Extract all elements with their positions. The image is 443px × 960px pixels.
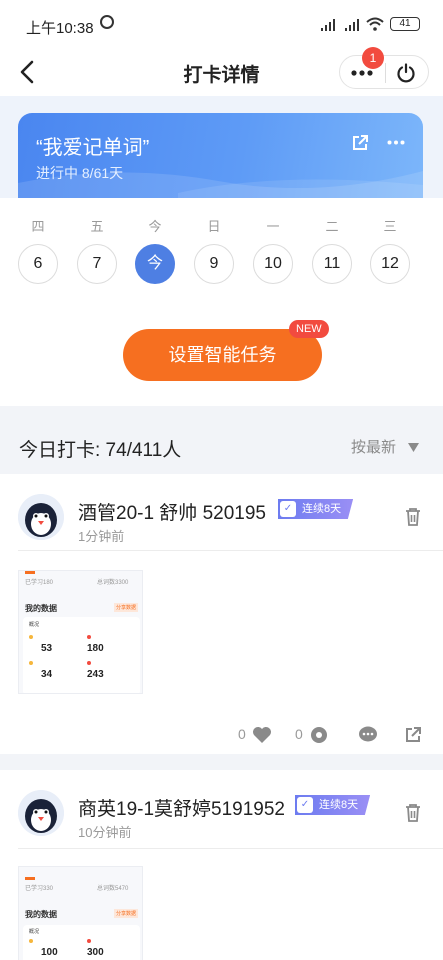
task-progress: 进行中 8/61天 xyxy=(36,165,124,181)
wifi-icon xyxy=(366,17,384,31)
weekday-label: 二 xyxy=(325,219,339,234)
thumb-accent xyxy=(25,571,35,574)
thumb-tag: 分享数据 xyxy=(114,909,139,918)
thumb-card: 概况 100 300 xyxy=(23,925,140,960)
checkin-post: 酒管20-1 舒帅 520195 连续8天 ✓ 1分钟前 已学习180 总词数3… xyxy=(0,474,443,754)
signal-icon-2 xyxy=(345,19,359,31)
thumb-dot xyxy=(87,939,91,943)
week-calendar: 四 五 今 日 一 二 三 6 7 今 9 10 11 12 设置智能任务 NE… xyxy=(0,198,443,406)
thumb-section: 概况 xyxy=(29,622,40,628)
alarm-icon xyxy=(100,15,114,29)
today-checkin-bar: 今日打卡: 74/411人 按最新 xyxy=(0,422,443,474)
thumb-accent xyxy=(25,877,35,880)
banner-more-icon[interactable] xyxy=(387,140,405,145)
power-icon[interactable] xyxy=(396,63,416,83)
task-banner[interactable]: “我爱记单词” 进行中 8/61天 xyxy=(18,113,423,199)
weekday-label: 四 xyxy=(31,219,45,234)
thumb-top-text: 已学习180 xyxy=(25,580,54,586)
thumb-top-text-2: 总词数3300 xyxy=(97,580,129,586)
calendar-day[interactable]: 11 xyxy=(312,244,352,284)
penguin-avatar-icon xyxy=(18,494,64,540)
mini-program-capsule xyxy=(339,55,429,89)
signal-icon xyxy=(321,19,335,31)
weekday-label: 五 xyxy=(90,219,104,234)
post-time: 10分钟前 xyxy=(78,825,132,840)
task-title: “我爱记单词” xyxy=(36,137,150,159)
more-icon[interactable] xyxy=(351,70,373,76)
thumb-card: 概况 53 180 34 243 xyxy=(23,617,140,693)
battery-icon: 41 xyxy=(390,17,420,31)
checkin-post: 商英19-1莫舒婷5191952 连续8天 ✓ 10分钟前 已学习330 总词数… xyxy=(0,770,443,960)
flower-icon[interactable] xyxy=(310,726,328,744)
today-checkin-count: 今日打卡: 74/411人 xyxy=(19,440,182,461)
sort-label: 按最新 xyxy=(351,439,397,456)
penguin-avatar-icon xyxy=(18,790,64,836)
thumb-number: 243 xyxy=(87,669,104,680)
streak-label: 连续8天 xyxy=(319,799,359,811)
comment-icon[interactable] xyxy=(358,726,378,744)
thumb-top-text-2: 总词数5470 xyxy=(97,886,129,892)
notification-badge: 1 xyxy=(362,47,384,69)
share-icon[interactable] xyxy=(351,134,369,152)
caret-down-icon xyxy=(408,443,420,452)
avatar[interactable] xyxy=(18,494,64,540)
thumb-heading: 我的数据 xyxy=(25,604,57,613)
thumb-heading: 我的数据 xyxy=(25,910,57,919)
post-image[interactable]: 已学习330 总词数5470 我的数据 分享数据 概况 100 300 xyxy=(18,866,143,960)
weekday-label: 日 xyxy=(207,219,221,234)
calendar-check-icon: ✓ xyxy=(280,501,296,517)
thumb-dot xyxy=(29,661,33,665)
calendar-day[interactable]: 6 xyxy=(18,244,58,284)
weekday-label: 一 xyxy=(266,219,280,234)
gift-count: 0 xyxy=(295,726,303,742)
thumb-dot xyxy=(87,661,91,665)
smart-task-button[interactable]: 设置智能任务 xyxy=(123,329,322,381)
thumb-number: 53 xyxy=(41,643,53,654)
trash-icon[interactable] xyxy=(404,507,422,527)
thumb-dot xyxy=(29,939,33,943)
trash-icon[interactable] xyxy=(404,803,422,823)
sort-dropdown[interactable]: 按最新 xyxy=(351,436,420,457)
weekday-label: 今 xyxy=(148,219,162,234)
calendar-day-selected[interactable]: 今 xyxy=(135,244,175,284)
like-count: 0 xyxy=(238,726,246,742)
calendar-day[interactable]: 7 xyxy=(77,244,117,284)
thumb-number: 34 xyxy=(41,669,53,680)
calendar-check-icon: ✓ xyxy=(297,797,313,813)
new-badge: NEW xyxy=(289,320,329,338)
capsule-divider xyxy=(385,63,386,83)
status-bar: 上午10:38 41 xyxy=(0,0,443,50)
post-time: 1分钟前 xyxy=(78,529,125,544)
thumb-number: 180 xyxy=(87,643,104,654)
heart-icon[interactable] xyxy=(252,726,272,744)
thumb-top-text: 已学习330 xyxy=(25,886,54,892)
post-divider xyxy=(18,550,443,551)
streak-label: 连续8天 xyxy=(302,503,342,515)
weekday-label: 三 xyxy=(383,219,397,234)
thumb-tag: 分享数据 xyxy=(114,603,139,612)
share-post-icon[interactable] xyxy=(404,726,422,744)
thumb-dot xyxy=(87,635,91,639)
thumb-section: 概况 xyxy=(29,929,40,935)
avatar[interactable] xyxy=(18,790,64,836)
status-time: 上午10:38 xyxy=(26,20,94,37)
user-name: 酒管20-1 舒帅 520195 xyxy=(78,503,266,524)
calendar-day[interactable]: 12 xyxy=(370,244,410,284)
calendar-day[interactable]: 10 xyxy=(253,244,293,284)
thumb-number: 100 xyxy=(41,947,58,958)
thumb-number: 300 xyxy=(87,947,104,958)
thumb-dot xyxy=(29,635,33,639)
calendar-day[interactable]: 9 xyxy=(194,244,234,284)
post-image[interactable]: 已学习180 总词数3300 我的数据 分享数据 概况 53 180 34 24… xyxy=(18,570,143,694)
user-name: 商英19-1莫舒婷5191952 xyxy=(78,799,285,820)
post-divider xyxy=(18,848,443,849)
